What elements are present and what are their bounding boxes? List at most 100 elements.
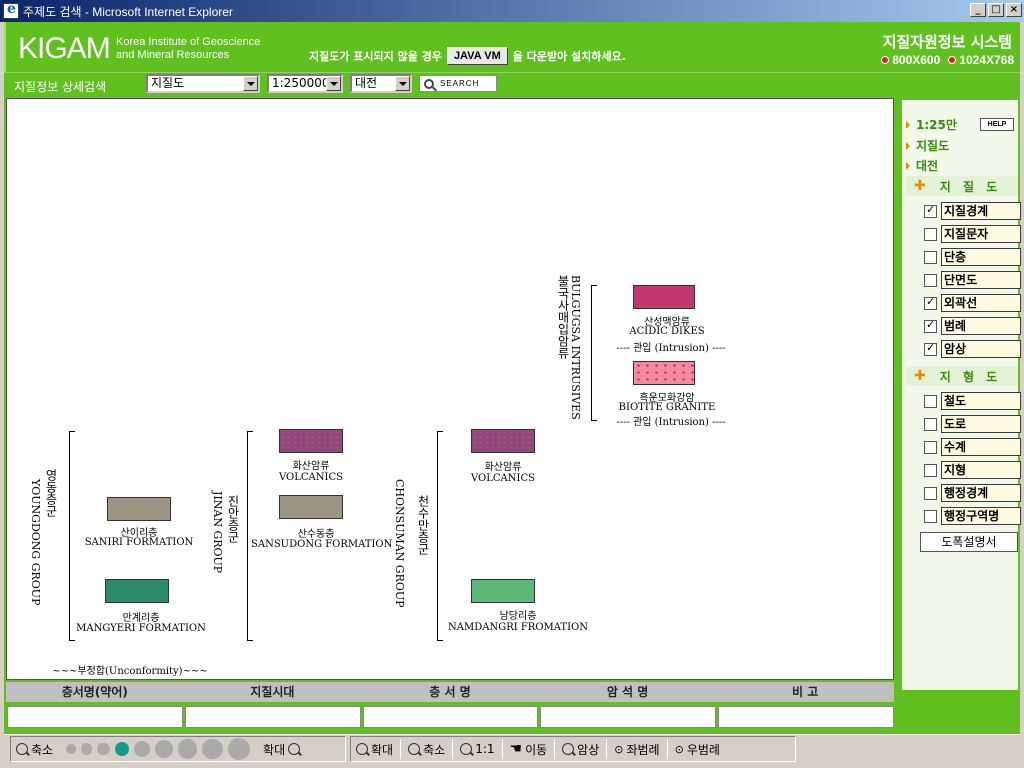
layer-checkbox[interactable] <box>924 227 937 241</box>
layer-toggle[interactable]: 외곽선 <box>924 294 1021 312</box>
chevron-down-icon[interactable] <box>395 76 410 91</box>
layer-label[interactable]: 지형 <box>941 461 1021 479</box>
cell-stratum-abbr[interactable] <box>7 706 183 728</box>
layer-label[interactable]: 도로 <box>941 415 1021 433</box>
zoom-level-dot[interactable] <box>177 739 197 759</box>
zoom-level-dot[interactable] <box>66 744 76 754</box>
layer-label[interactable]: 단면도 <box>941 271 1021 289</box>
map-area: 불국사매입암류 BULGUGSA INTRUSIVES 산성맥암류 ACIDIC… <box>4 96 900 734</box>
zoom-level-dot[interactable] <box>155 740 173 758</box>
kigam-logo[interactable]: KIGAM <box>18 32 111 66</box>
layer-checkbox[interactable] <box>924 341 937 356</box>
right-legend-tool[interactable]: ⊙ 우범례 <box>670 738 725 760</box>
search-button[interactable]: SEARCH <box>419 75 497 92</box>
layer-toggle[interactable]: 범례 <box>924 317 1021 335</box>
java-vm-button[interactable]: JAVA VM <box>446 47 508 65</box>
layer-label[interactable]: 행정경계 <box>941 484 1021 502</box>
browser-window: 주제도 검색 - Microsoft Internet Explorer _ □… <box>0 0 1024 768</box>
layer-label[interactable]: 수계 <box>941 438 1021 456</box>
left-legend-tool[interactable]: ⊙ 좌범례 <box>609 738 664 760</box>
layer-toggle[interactable]: 지질문자 <box>924 225 1021 243</box>
zoom-level-dot[interactable] <box>201 738 223 760</box>
layer-label[interactable]: 범례 <box>941 317 1021 335</box>
zoom-in-tool[interactable]: 확대 <box>351 738 398 760</box>
zoom-level-dot[interactable] <box>227 737 251 761</box>
layer-checkbox[interactable] <box>924 250 937 264</box>
layer-toggle[interactable]: 지형 <box>924 461 1021 479</box>
rock-info-tool[interactable]: 암상 <box>557 738 604 760</box>
window-title: 주제도 검색 - Microsoft Internet Explorer <box>23 4 233 19</box>
maximize-button[interactable]: □ <box>988 3 1004 17</box>
layer-label[interactable]: 암상 <box>941 340 1021 358</box>
cell-geologic-age[interactable] <box>184 706 361 728</box>
volc1-en: VOLCANICS <box>279 472 343 483</box>
panel-region-value: 대전 <box>916 159 939 173</box>
region-select[interactable]: 대전 <box>350 74 412 93</box>
zoom-level-dot[interactable] <box>96 742 110 756</box>
zoom-out-tool[interactable]: 축소 <box>403 738 450 760</box>
layer-label[interactable]: 철도 <box>941 392 1021 410</box>
zoom-level-dots[interactable] <box>66 737 251 761</box>
layer-checkbox[interactable] <box>924 417 937 431</box>
chevron-down-icon[interactable] <box>243 76 258 91</box>
res-800-link[interactable]: 800X600 <box>881 53 940 67</box>
layer-checkbox[interactable] <box>924 463 937 477</box>
layer-toggle[interactable]: 철도 <box>924 392 1021 410</box>
layer-checkbox[interactable] <box>924 295 937 310</box>
layer-checkbox[interactable] <box>924 509 937 523</box>
layer-toggle[interactable]: 단면도 <box>924 271 1021 289</box>
layer-label[interactable]: 지질경계 <box>941 202 1021 220</box>
col-rock-name: 암 석 명 <box>606 685 649 699</box>
namdangri-en: NAMDANGRI FROMATION <box>448 622 588 633</box>
cell-rock-name[interactable] <box>540 706 717 728</box>
resolution-options: 800X600 1024X768 <box>881 53 1014 67</box>
chevron-down-icon[interactable] <box>326 76 341 91</box>
sheet-description-button[interactable]: 도폭설명서 <box>920 532 1018 552</box>
legend-canvas[interactable]: 불국사매입암류 BULGUGSA INTRUSIVES 산성맥암류 ACIDIC… <box>6 98 894 680</box>
zoom-level-dot[interactable] <box>114 741 130 757</box>
layer-toggle[interactable]: 도로 <box>924 415 1021 433</box>
layer-toggle[interactable]: 행정경계 <box>924 484 1021 502</box>
cell-stratum-name[interactable] <box>362 706 539 728</box>
sansudong-swatch <box>279 495 343 519</box>
chonsuman-label-kr: 천수만층군 <box>416 495 430 555</box>
layer-checkbox[interactable] <box>924 486 937 500</box>
map-type-select[interactable]: 지질도 <box>146 74 260 93</box>
intrusion-note-2: ---- 관입 (Intrusion) ---- <box>616 417 726 428</box>
zoom-out-button[interactable]: 축소 <box>11 738 58 760</box>
layer-checkbox[interactable] <box>924 394 937 408</box>
zoom-in-button[interactable]: 확대 <box>258 738 305 760</box>
layer-toggle[interactable]: 지질경계 <box>924 202 1021 220</box>
res-1024-link[interactable]: 1024X768 <box>948 53 1014 67</box>
triangle-right-icon <box>906 141 910 150</box>
close-button[interactable]: × <box>1006 3 1022 17</box>
map-toolbar: 축소 확대 확대 축소 1:1 ☚ 이동 암상 ⊙ 좌범례 ⊙ 우범례 <box>4 734 1020 764</box>
layer-label[interactable]: 단층 <box>941 248 1021 266</box>
layer-checkbox[interactable] <box>924 273 937 287</box>
pan-tool[interactable]: ☚ 이동 <box>505 738 553 760</box>
layer-toggle[interactable]: 단층 <box>924 248 1021 266</box>
layer-label[interactable]: 행정구역명 <box>941 507 1021 525</box>
one-to-one-tool[interactable]: 1:1 <box>455 738 499 760</box>
layer-toggle[interactable]: 행정구역명 <box>924 507 1021 525</box>
cell-remarks[interactable] <box>718 706 894 728</box>
title-bar: 주제도 검색 - Microsoft Internet Explorer _ □… <box>0 0 1024 22</box>
volc2-en: VOLCANICS <box>471 473 535 484</box>
layer-label[interactable]: 지질문자 <box>941 225 1021 243</box>
layer-checkbox[interactable] <box>924 318 937 333</box>
help-button[interactable]: HELP <box>980 118 1014 131</box>
scale-select[interactable]: 1:250000 <box>267 74 343 93</box>
zoom-level-dot[interactable] <box>134 740 151 757</box>
zoom-level-dot[interactable] <box>80 743 92 755</box>
plus-icon: ✚ <box>914 178 930 194</box>
minimize-button[interactable]: _ <box>970 3 986 17</box>
res-800-label: 800X600 <box>892 53 941 67</box>
pan-label: 이동 <box>525 742 548 757</box>
col-stratum-abbr: 층서명(약어) <box>61 685 128 699</box>
youngdong-label-kr: 영동층군 <box>44 469 58 517</box>
layer-label[interactable]: 외곽선 <box>941 294 1021 312</box>
layer-checkbox[interactable] <box>924 203 937 218</box>
layer-toggle[interactable]: 수계 <box>924 438 1021 456</box>
layer-toggle[interactable]: 암상 <box>924 340 1021 358</box>
layer-checkbox[interactable] <box>924 440 937 454</box>
